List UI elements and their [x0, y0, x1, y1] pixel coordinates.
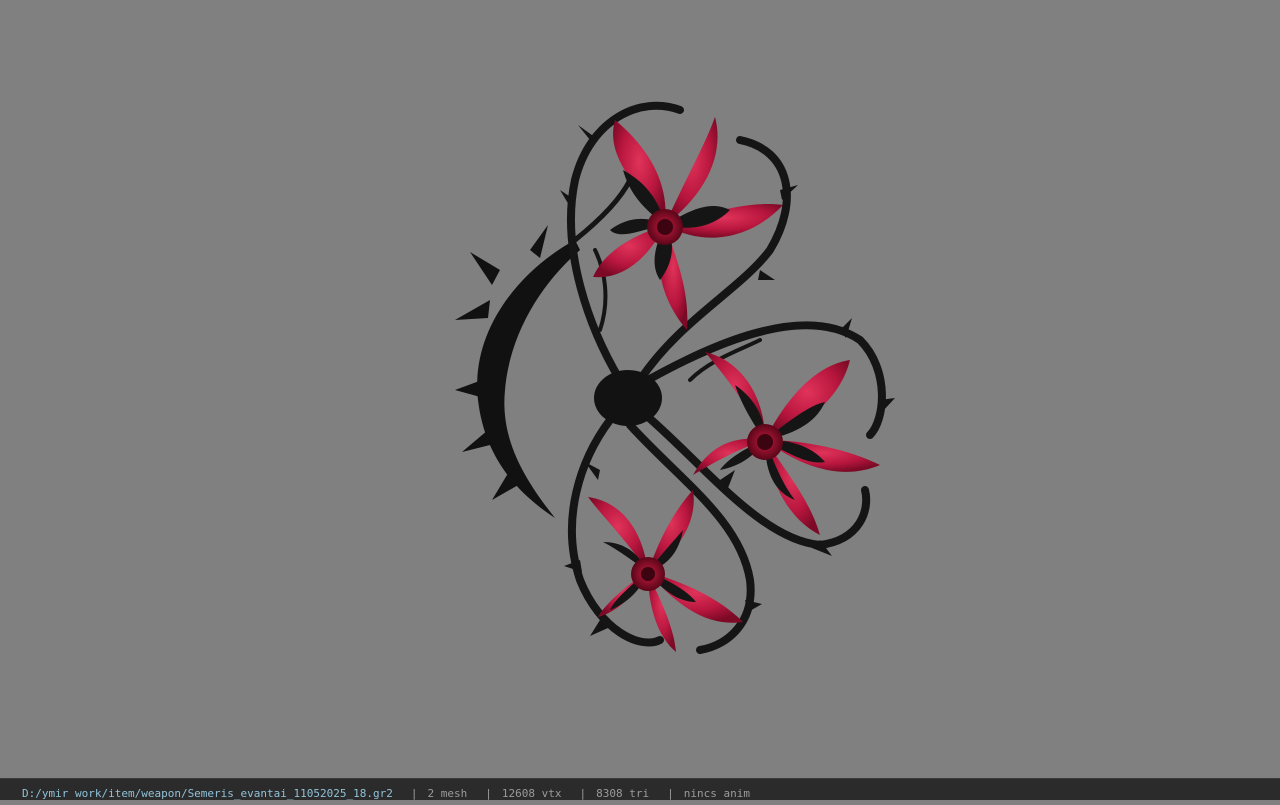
blade-crescent [455, 225, 580, 518]
model-render [455, 101, 895, 654]
separator: | [667, 786, 674, 800]
separator: | [485, 786, 492, 800]
flower-top [593, 117, 783, 330]
separator: | [579, 786, 587, 800]
separator: | [410, 786, 418, 800]
file-path: D:/ymir work/item/weapon/Semeris_evantai… [22, 786, 393, 800]
status-bar: D:/ymir work/item/weapon/Semeris_evantai… [0, 778, 1280, 800]
triangle-count: 8308 tri [596, 786, 650, 800]
flower-right [693, 352, 880, 535]
3d-viewport[interactable] [0, 0, 1280, 778]
vertex-count: 12608 vtx [501, 786, 562, 800]
vine-knot [594, 370, 662, 426]
mesh-count: 2 mesh [427, 786, 468, 800]
animation-status: nincs anim [683, 786, 750, 800]
